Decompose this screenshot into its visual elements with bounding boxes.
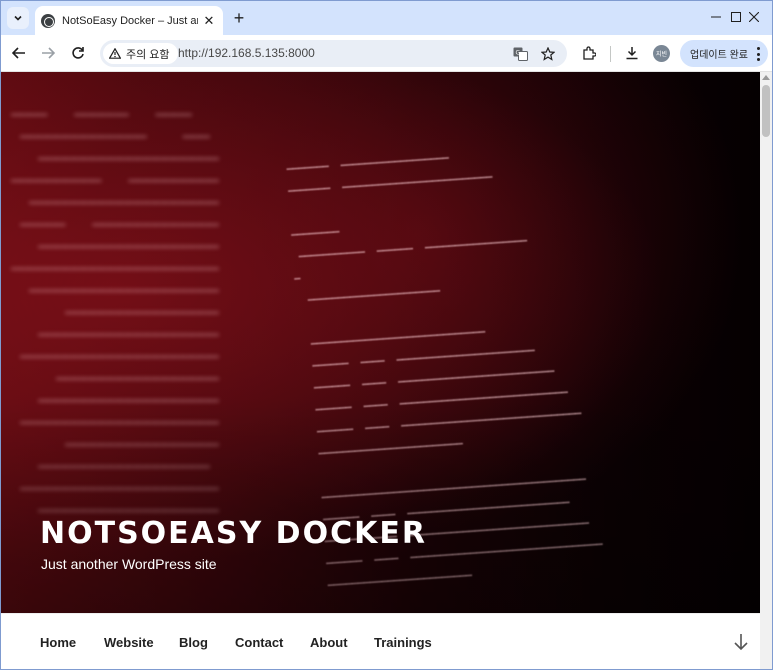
active-tab[interactable]: NotSoEasy Docker – Just another WordPres… xyxy=(35,6,223,35)
browser-toolbar: 주의 요함 http://192.168.5.135:8000 G 지빈 업데이… xyxy=(1,35,772,72)
star-icon xyxy=(540,46,555,61)
tab-close-button[interactable]: ✕ xyxy=(201,13,217,29)
nav-item-trainings[interactable]: Trainings xyxy=(374,635,432,650)
reload-button[interactable] xyxy=(67,42,89,64)
address-bar[interactable]: 주의 요함 http://192.168.5.135:8000 G xyxy=(100,40,567,67)
translate-button[interactable]: G xyxy=(510,43,531,64)
url-text[interactable]: http://192.168.5.135:8000 xyxy=(178,46,315,60)
security-label: 주의 요함 xyxy=(126,48,170,61)
nav-item-website[interactable]: Website xyxy=(104,635,154,650)
tab-title: NotSoEasy Docker – Just another WordPres… xyxy=(62,14,198,27)
toolbar-divider xyxy=(610,46,611,62)
forward-arrow-icon xyxy=(42,47,55,59)
tab-search-button[interactable] xyxy=(7,7,29,29)
nav-item-blog[interactable]: Blog xyxy=(179,635,208,650)
browser-window: NotSoEasy Docker – Just another WordPres… xyxy=(0,0,773,670)
nav-item-about[interactable]: About xyxy=(310,635,348,650)
nav-item-home[interactable]: Home xyxy=(40,635,76,650)
update-label: 업데이트 완료 xyxy=(690,50,748,61)
puzzle-icon xyxy=(583,46,596,60)
chevron-down-icon xyxy=(14,15,22,21)
svg-text:G: G xyxy=(516,49,521,56)
security-chip[interactable]: 주의 요함 xyxy=(103,43,178,64)
main-navigation: Home Website Blog Contact About Training… xyxy=(1,613,760,669)
nav-item-contact[interactable]: Contact xyxy=(235,635,283,650)
site-description: Just another WordPress site xyxy=(41,556,217,572)
scroll-up-arrow-icon[interactable] xyxy=(762,75,770,80)
tab-strip: NotSoEasy Docker – Just another WordPres… xyxy=(1,1,772,35)
site-title[interactable]: NOTSOEASY DOCKER xyxy=(40,516,427,551)
header-hero-image: ━━━━ ━━━━━━ ━━━━ ━━━━━━━━━━━━━━ ━━━ ━━━━… xyxy=(1,72,760,613)
close-icon xyxy=(749,12,759,22)
close-window-button[interactable] xyxy=(736,5,772,29)
scroll-down-arrow-icon[interactable] xyxy=(732,632,750,652)
more-vert-icon[interactable] xyxy=(756,47,760,61)
scroll-thumb[interactable] xyxy=(762,85,770,137)
page-viewport: ━━━━ ━━━━━━ ━━━━ ━━━━━━━━━━━━━━ ━━━ ━━━━… xyxy=(1,72,760,669)
download-icon xyxy=(626,47,638,60)
new-tab-button[interactable]: + xyxy=(229,8,249,28)
downloads-button[interactable] xyxy=(621,42,643,64)
page-scrollbar[interactable] xyxy=(760,72,772,669)
forward-button[interactable] xyxy=(37,42,59,64)
back-arrow-icon xyxy=(12,47,25,59)
translate-icon: G xyxy=(513,47,528,61)
warning-icon xyxy=(109,48,121,59)
back-button[interactable] xyxy=(8,42,30,64)
update-complete-button[interactable]: 업데이트 완료 xyxy=(680,40,768,67)
extensions-button[interactable] xyxy=(578,42,600,64)
profile-avatar[interactable]: 지빈 xyxy=(653,45,670,62)
globe-icon xyxy=(41,13,55,28)
bookmark-button[interactable] xyxy=(537,43,558,64)
reload-icon xyxy=(72,47,84,59)
